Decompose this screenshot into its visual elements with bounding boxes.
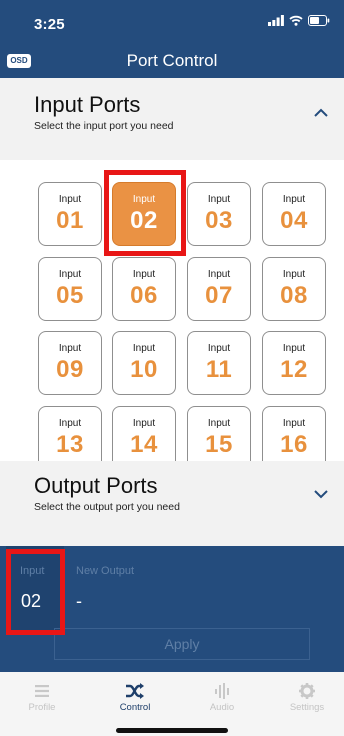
tab-settings[interactable]: Settings: [272, 682, 342, 713]
input-port-button-14[interactable]: Input 14: [112, 406, 176, 461]
output-section-subtitle: Select the output port you need: [34, 501, 180, 513]
input-port-number: 07: [205, 282, 233, 309]
input-port-button-08[interactable]: Input 08: [262, 257, 326, 321]
tab-audio-label: Audio: [209, 702, 235, 713]
app-header: OSD Port Control: [0, 44, 344, 78]
input-port-number: 01: [56, 207, 84, 234]
input-port-button-06[interactable]: Input 06: [112, 257, 176, 321]
input-port-button-13[interactable]: Input 13: [38, 406, 102, 461]
input-port-label: Input: [132, 418, 156, 429]
input-port-number: 09: [56, 356, 84, 383]
input-port-label: Input: [282, 269, 306, 280]
input-port-label: Input: [207, 269, 231, 280]
input-port-button-07[interactable]: Input 07: [187, 257, 251, 321]
chevron-down-icon[interactable]: [314, 489, 328, 499]
input-port-label: Input: [207, 194, 231, 205]
input-section-header[interactable]: Input Ports Select the input port you ne…: [0, 78, 344, 160]
input-port-label: Input: [132, 343, 156, 354]
input-port-number: 12: [280, 356, 308, 383]
input-port-number: 13: [56, 431, 84, 458]
input-port-button-04[interactable]: Input 04: [262, 182, 326, 246]
page-title: Port Control: [126, 51, 218, 70]
input-port-number: 04: [280, 207, 308, 234]
input-port-button-01[interactable]: Input 01: [38, 182, 102, 246]
tab-control[interactable]: Control: [100, 682, 170, 713]
input-port-label: Input: [58, 269, 82, 280]
list-icon: [35, 685, 49, 697]
input-port-label: Input: [58, 418, 82, 429]
input-port-label: Input: [58, 343, 82, 354]
input-port-label: Input: [207, 418, 231, 429]
input-port-label: Input: [282, 418, 306, 429]
input-port-number: 14: [130, 431, 158, 458]
new-output-label: New Output: [76, 565, 135, 577]
battery-icon: [308, 15, 330, 26]
input-port-number: 10: [130, 356, 158, 383]
input-port-number: 15: [205, 431, 233, 458]
output-section-header[interactable]: Output Ports Select the output port you …: [0, 461, 344, 546]
input-port-button-11[interactable]: Input 11: [187, 331, 251, 395]
tab-bar: Profile Control Audio Settings: [0, 672, 344, 736]
input-port-button-05[interactable]: Input 05: [38, 257, 102, 321]
status-time: 3:25: [34, 16, 65, 33]
input-port-number: 11: [205, 356, 233, 383]
status-bar: 3:25: [0, 0, 344, 44]
system-icons: [268, 15, 330, 26]
chevron-up-icon[interactable]: [314, 108, 328, 118]
input-port-button-09[interactable]: Input 09: [38, 331, 102, 395]
input-port-label: Input: [132, 269, 156, 280]
signal-icon: [268, 15, 284, 26]
input-port-number: 16: [280, 431, 308, 458]
input-section-subtitle: Select the input port you need: [34, 120, 174, 132]
input-port-label: Input: [282, 194, 306, 205]
input-port-button-03[interactable]: Input 03: [187, 182, 251, 246]
input-port-button-12[interactable]: Input 12: [262, 331, 326, 395]
gear-icon: [299, 683, 315, 699]
input-port-number: 03: [205, 207, 233, 234]
tab-profile-label: Profile: [28, 702, 56, 713]
input-section-title: Input Ports: [34, 92, 141, 117]
input-port-button-10[interactable]: Input 10: [112, 331, 176, 395]
highlight-box-selected-port: [104, 170, 186, 256]
input-port-number: 08: [280, 282, 308, 309]
shuffle-icon: [126, 683, 144, 699]
input-port-button-16[interactable]: Input 16: [262, 406, 326, 461]
output-section-title: Output Ports: [34, 473, 158, 498]
tab-settings-label: Settings: [289, 702, 325, 713]
home-indicator: [116, 728, 228, 733]
input-port-button-15[interactable]: Input 15: [187, 406, 251, 461]
input-port-label: Input: [282, 343, 306, 354]
tab-profile[interactable]: Profile: [7, 682, 77, 713]
apply-button[interactable]: Apply: [54, 628, 310, 660]
highlight-box-current-input: [6, 549, 65, 635]
input-port-label: Input: [58, 194, 82, 205]
tab-control-label: Control: [119, 702, 151, 713]
new-output-value: -: [76, 591, 82, 611]
input-port-number: 06: [130, 282, 158, 309]
tab-audio[interactable]: Audio: [187, 682, 257, 713]
input-port-number: 05: [56, 282, 84, 309]
wifi-icon: [289, 15, 303, 26]
input-port-label: Input: [207, 343, 231, 354]
audio-bars-icon: [215, 683, 229, 699]
